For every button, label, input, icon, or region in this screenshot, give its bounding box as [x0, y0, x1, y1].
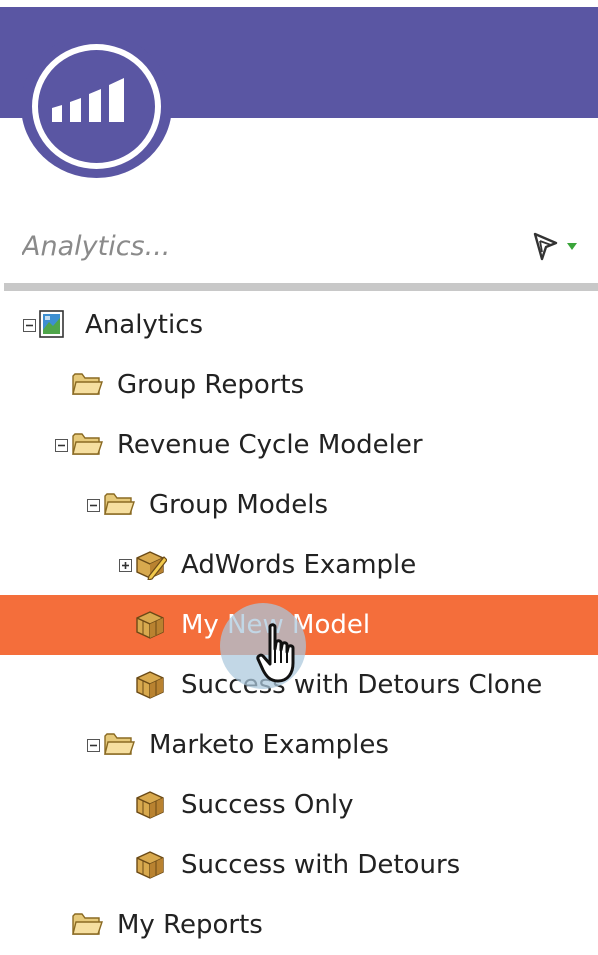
folder-icon [103, 730, 135, 760]
tree-item-success-only[interactable]: Success Only [0, 775, 598, 835]
search-input[interactable] [22, 224, 492, 268]
tree-item-label: Success with Detours [181, 850, 461, 880]
model-cube-icon [135, 790, 165, 824]
model-cube-icon [135, 610, 165, 644]
logo-bars-icon [52, 78, 124, 122]
tree-item-label: AdWords Example [181, 550, 417, 580]
folder-icon [71, 430, 103, 460]
tree-item-label: Success with Detours Clone [181, 670, 543, 700]
tree-item-label: Group Reports [117, 370, 305, 400]
tree-item-label: Success Only [181, 790, 354, 820]
collapse-toggle-icon[interactable] [23, 317, 36, 332]
filter-funnel-icon[interactable] [532, 232, 578, 266]
tree-item-adwords-example[interactable]: AdWords Example [0, 535, 598, 595]
search-row [0, 208, 598, 288]
model-cube-icon [135, 850, 165, 884]
collapse-toggle-icon[interactable] [87, 497, 100, 512]
tree-item-group-reports[interactable]: Group Reports [0, 355, 598, 415]
tree-item-revenue-cycle-modeler[interactable]: Revenue Cycle Modeler [0, 415, 598, 475]
tree-item-success-with-detours[interactable]: Success with Detours [0, 835, 598, 895]
collapse-toggle-icon[interactable] [87, 737, 100, 752]
tree-item-my-reports[interactable]: My Reports [0, 895, 598, 955]
search-divider [4, 283, 598, 291]
folder-icon [71, 910, 103, 940]
tree-item-group-models[interactable]: Group Models [0, 475, 598, 535]
folder-icon [71, 370, 103, 400]
expand-toggle-icon[interactable] [119, 557, 132, 572]
folder-icon [103, 490, 135, 520]
tree-item-marketo-examples[interactable]: Marketo Examples [0, 715, 598, 775]
marketo-logo[interactable] [21, 33, 172, 178]
analytics-icon [39, 310, 65, 342]
model-cube-icon [135, 670, 165, 704]
tree-item-label: Revenue Cycle Modeler [117, 430, 423, 460]
tree-item-label: Marketo Examples [149, 730, 389, 760]
tree-item-label: My Reports [117, 910, 263, 940]
tree-item-my-new-model[interactable]: My New Model [0, 595, 598, 655]
tree-item-success-with-detours-clone[interactable]: Success with Detours Clone [0, 655, 598, 715]
collapse-toggle-icon[interactable] [55, 437, 68, 452]
tree-item-label: My New Model [181, 610, 371, 640]
tree-item-label: Analytics [85, 310, 204, 340]
tree-item-label: Group Models [149, 490, 329, 520]
model-edit-icon [135, 550, 168, 584]
tree-item-analytics[interactable]: Analytics [0, 295, 598, 355]
